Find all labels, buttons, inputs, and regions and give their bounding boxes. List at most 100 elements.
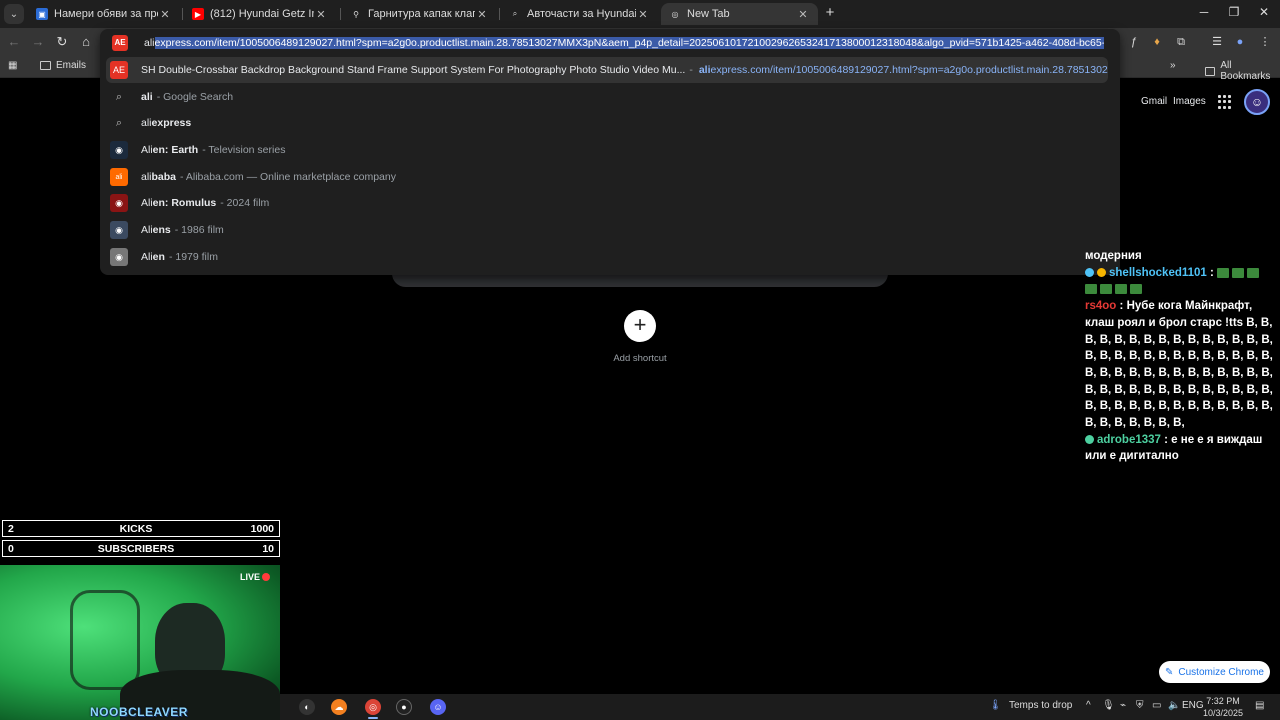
tab-separator xyxy=(499,8,500,20)
alien-romulus-thumbnail-icon: ◉ xyxy=(110,194,128,212)
display-icon[interactable]: ▭ xyxy=(1152,700,1161,711)
clock[interactable]: 7:32 PM 10/3/2025 xyxy=(1198,695,1248,719)
omnibox-input[interactable]: AE aliexpress.com/item/1005006489129027.… xyxy=(106,32,1114,54)
close-icon[interactable]: ✕ xyxy=(158,8,172,21)
suggestion-item[interactable]: ⌕ ali - Google Search xyxy=(106,84,1108,110)
speaker-icon[interactable]: 🔈 xyxy=(1168,700,1180,711)
search-icon: ⌕ xyxy=(115,116,123,129)
chrome-icon: ◎ xyxy=(671,9,679,19)
app-icon[interactable]: ◐ xyxy=(299,699,315,715)
badge-icon xyxy=(1085,435,1094,445)
weather-text[interactable]: Temps to drop xyxy=(1009,700,1072,711)
site-favicon-icon: ▣ xyxy=(36,8,48,20)
kicks-goal: 2 KICKS 1000 xyxy=(2,520,280,537)
tab-separator xyxy=(182,8,183,20)
bookmark-label: Emails xyxy=(56,60,87,71)
tab-1[interactable]: ▣ Намери обяви за продажба на ✕ xyxy=(28,3,180,25)
restore-icon[interactable]: ❐ xyxy=(1224,5,1244,19)
suggestion-item[interactable]: ali alibaba - Alibaba.com — Online marke… xyxy=(106,164,1108,190)
webcam-overlay: LIVE NOOBCLEAVER xyxy=(0,565,280,720)
live-dot-icon xyxy=(262,573,271,581)
customize-chrome-button[interactable]: ✎ Customize Chrome xyxy=(1159,661,1270,683)
discord-icon[interactable]: ☺ xyxy=(430,699,446,715)
tab-2[interactable]: ▶ (812) Hyundai Getz In Depth To ✕ xyxy=(184,3,336,25)
taskbar: ◐ ☁ ◎ ● ☺ 🌡 Temps to drop ^ 🎙 ⌁ ⛨ ▭ 🔈 EN… xyxy=(280,694,1280,720)
back-icon[interactable]: ← xyxy=(6,34,22,50)
home-icon[interactable]: ⌂ xyxy=(78,34,94,50)
emote-icon xyxy=(1232,267,1245,278)
minimize-icon[interactable]: ─ xyxy=(1194,5,1214,19)
tab-title: New Tab xyxy=(687,8,730,20)
suggestion-title: SH Double-Crossbar Backdrop Background S… xyxy=(141,64,686,76)
site-favicon-icon: ⚲ xyxy=(353,9,359,19)
active-indicator xyxy=(368,717,378,719)
suggestion-item[interactable]: ◉ Alien - 1979 film xyxy=(106,244,1108,270)
search-icon: ⌕ xyxy=(115,90,123,103)
tab-title: Авточасти за Hyundai Getz Hat xyxy=(527,8,636,20)
notifications-icon[interactable]: ▤ xyxy=(1255,700,1264,711)
close-icon[interactable]: ✕ xyxy=(636,8,650,21)
new-tab-button[interactable]: + xyxy=(822,5,838,21)
bookmark-label: All Bookmarks xyxy=(1220,60,1271,82)
suggestion-item[interactable]: ◉ Aliens - 1986 film xyxy=(106,217,1108,243)
stream-chat: модерния shellshocked1101 : rs4oo : Нубе… xyxy=(1085,248,1275,465)
close-icon[interactable]: ✕ xyxy=(475,8,489,21)
suggestion-item[interactable]: ◉ Alien: Romulus - 2024 film xyxy=(106,190,1108,216)
tab-title: Гарнитура капак клапани за SK xyxy=(368,8,475,20)
extensions-puzzle-icon[interactable]: ⧉ xyxy=(1174,35,1188,49)
reload-icon[interactable]: ↻ xyxy=(54,34,70,50)
omnibox-text: aliexpress.com/item/1005006489129027.htm… xyxy=(144,37,1104,49)
obs-icon[interactable]: ● xyxy=(396,699,412,715)
apps-grid-icon[interactable]: ▦ xyxy=(8,60,17,71)
autocomplete-selection: express.com/item/1005006489129027.html?s… xyxy=(154,37,1104,49)
chrome-taskbar-icon[interactable]: ◎ xyxy=(365,699,381,715)
emote-icon xyxy=(1115,284,1127,295)
tab-new-tab[interactable]: ◎ New Tab ✕ xyxy=(661,3,818,25)
close-icon[interactable]: ✕ xyxy=(314,8,328,21)
folder-icon xyxy=(40,61,51,70)
forward-icon[interactable]: → xyxy=(30,34,46,50)
network-icon[interactable]: ⌁ xyxy=(1120,700,1126,711)
suggestion-url: aliexpress.com/item/1005006489129027.htm… xyxy=(698,64,1108,76)
add-shortcut-button[interactable]: + xyxy=(624,310,656,342)
close-icon[interactable]: ✕ xyxy=(796,8,810,21)
security-icon[interactable]: ⛨ xyxy=(1136,700,1144,711)
extension-icon[interactable]: ♦ xyxy=(1150,35,1164,49)
tab-search-button[interactable]: ⌄ xyxy=(4,4,24,24)
emote-icon xyxy=(1217,267,1230,278)
images-link[interactable]: Images xyxy=(1173,96,1206,107)
font-extension-icon[interactable]: ƒ xyxy=(1127,35,1141,49)
cloudflare-icon[interactable]: ☁ xyxy=(331,699,347,715)
suggestion-item[interactable]: ◉ Alien: Earth - Television series xyxy=(106,137,1108,163)
typed-text: ali xyxy=(144,37,155,49)
chat-message: shellshocked1101 : xyxy=(1085,265,1275,298)
youtube-icon: ▶ xyxy=(192,8,204,20)
bookmark-emails[interactable]: Emails xyxy=(40,60,86,71)
tab-4[interactable]: ⌕ Авточасти за Hyundai Getz Hat ✕ xyxy=(501,3,658,25)
gmail-link[interactable]: Gmail xyxy=(1141,96,1167,107)
aliexpress-icon: AE xyxy=(110,61,128,79)
all-bookmarks[interactable]: All Bookmarks xyxy=(1205,60,1280,82)
subscribers-goal: 0 SUBSCRIBERS 10 xyxy=(2,540,280,557)
chevron-down-icon: ⌄ xyxy=(9,8,19,20)
tray-overflow-icon[interactable]: ^ xyxy=(1086,700,1091,711)
alibaba-icon: ali xyxy=(110,168,128,186)
window-close-icon[interactable]: ✕ xyxy=(1254,5,1274,19)
suggestion-item[interactable]: ⌕ aliexpress xyxy=(106,110,1108,136)
profile-icon[interactable]: ● xyxy=(1233,35,1247,49)
tab-title: (812) Hyundai Getz In Depth To xyxy=(210,8,314,20)
chat-message: rs4oo : Нубе кога Майнкрафт, клаш роял и… xyxy=(1085,300,1273,430)
google-apps-icon[interactable] xyxy=(1218,95,1232,109)
thermometer-icon: 🌡 xyxy=(989,700,1002,711)
menu-icon[interactable]: ⋮ xyxy=(1258,35,1272,49)
avatar[interactable]: ☺ xyxy=(1244,89,1270,115)
tab-3[interactable]: ⚲ Гарнитура капак клапани за SK ✕ xyxy=(342,3,497,25)
bookmarks-overflow-icon[interactable]: » xyxy=(1170,60,1176,71)
reading-list-icon[interactable]: ☰ xyxy=(1210,35,1224,49)
microphone-icon[interactable]: 🎙 xyxy=(1102,700,1115,711)
tab-strip: ⌄ ▣ Намери обяви за продажба на ✕ ▶ (812… xyxy=(0,0,1280,28)
live-indicator: LIVE xyxy=(240,572,271,582)
tab-separator xyxy=(340,8,341,20)
suggestion-item[interactable]: AE SH Double-Crossbar Backdrop Backgroun… xyxy=(106,57,1108,83)
search-icon: ⌕ xyxy=(512,9,518,18)
